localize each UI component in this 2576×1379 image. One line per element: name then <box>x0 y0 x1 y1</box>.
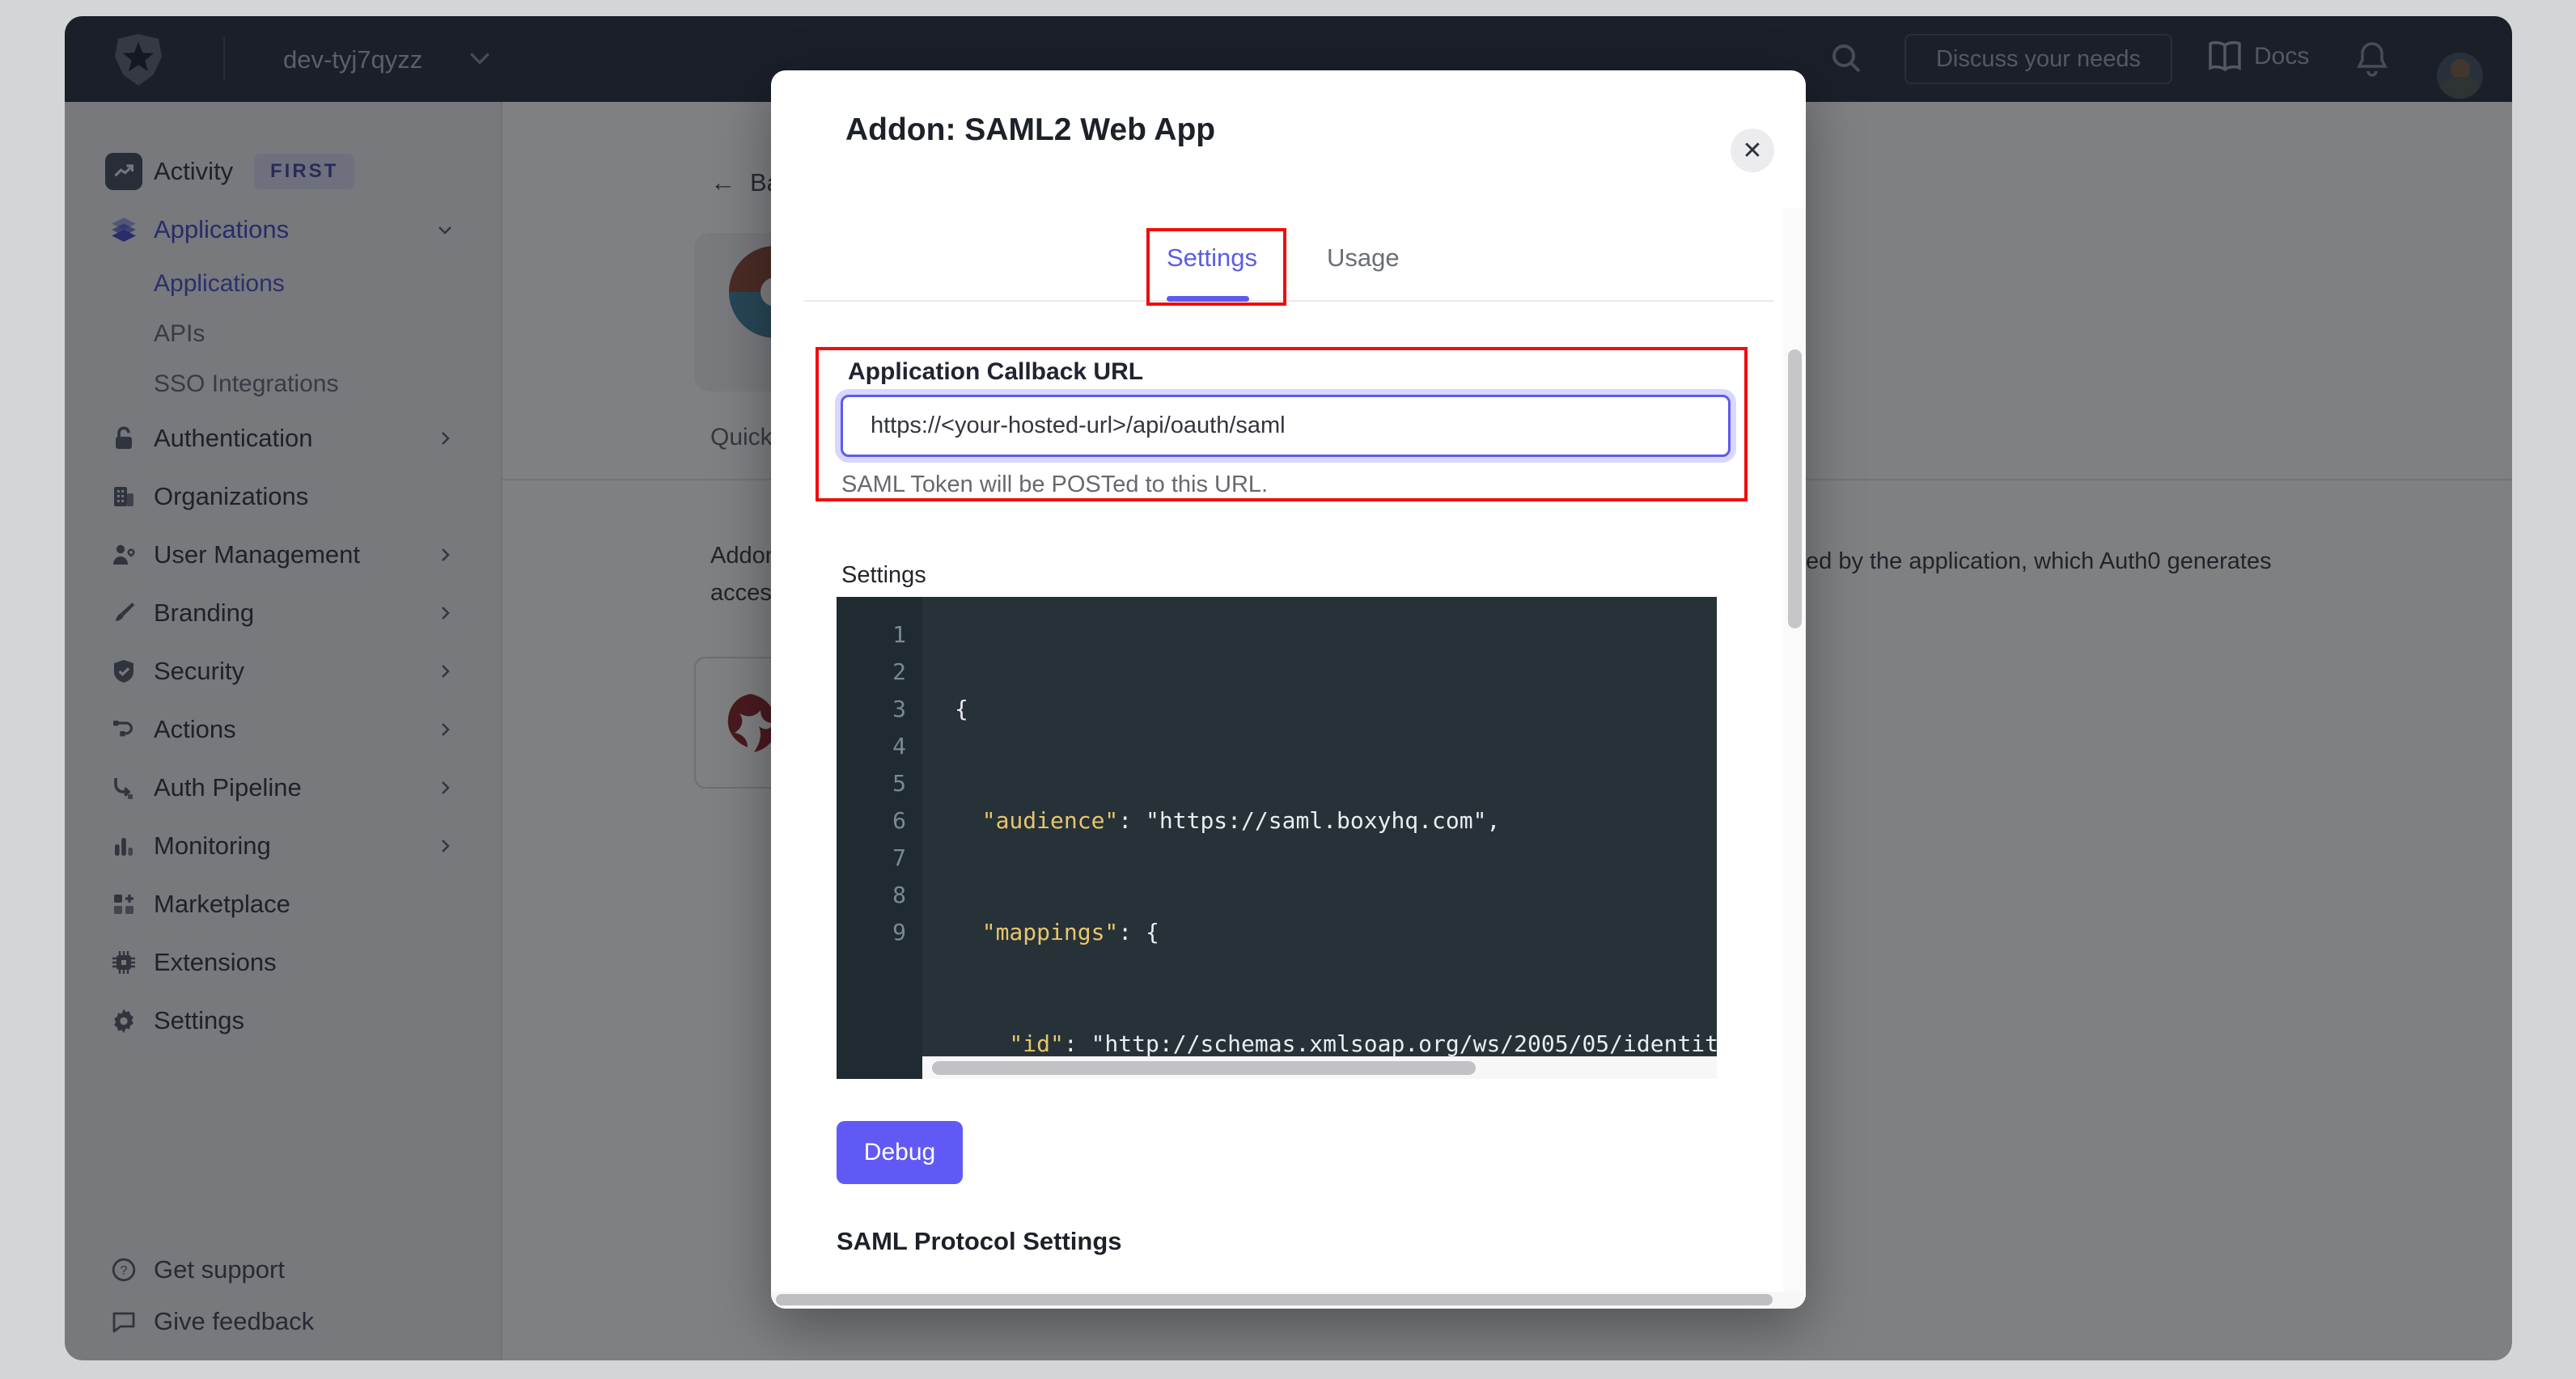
annotation-box-settings-tab <box>1146 228 1286 306</box>
modal-horizontal-scrollbar-thumb[interactable] <box>776 1294 1773 1305</box>
editor-horizontal-scrollbar-thumb[interactable] <box>932 1061 1476 1075</box>
settings-json-editor[interactable]: 12 34 56 78 9 { "audience": "https://sam… <box>837 597 1717 1079</box>
saml-protocol-settings-heading: SAML Protocol Settings <box>837 1227 1122 1256</box>
modal-vertical-scrollbar[interactable] <box>1783 208 1806 1292</box>
close-icon: ✕ <box>1742 137 1762 165</box>
app-window: ← Back Quick Start Addons access ed by t… <box>65 16 2512 1360</box>
editor-line-numbers: 12 34 56 78 9 <box>837 597 922 1079</box>
modal-title: Addon: SAML2 Web App <box>845 112 1215 148</box>
tab-usage[interactable]: Usage <box>1327 243 1400 273</box>
editor-code[interactable]: { "audience": "https://saml.boxyhq.com",… <box>922 597 1717 1056</box>
settings-json-label: Settings <box>841 562 926 589</box>
annotation-box-callback-url <box>816 347 1748 501</box>
editor-horizontal-scrollbar[interactable] <box>922 1056 1717 1079</box>
modal-vertical-scrollbar-thumb[interactable] <box>1788 349 1802 628</box>
modal-horizontal-scrollbar[interactable] <box>771 1292 1806 1309</box>
close-button[interactable]: ✕ <box>1731 129 1774 172</box>
tabs-divider <box>803 300 1773 302</box>
addon-saml2-modal: Addon: SAML2 Web App ✕ Settings Usage Ap… <box>771 70 1806 1309</box>
debug-button[interactable]: Debug <box>837 1121 963 1184</box>
